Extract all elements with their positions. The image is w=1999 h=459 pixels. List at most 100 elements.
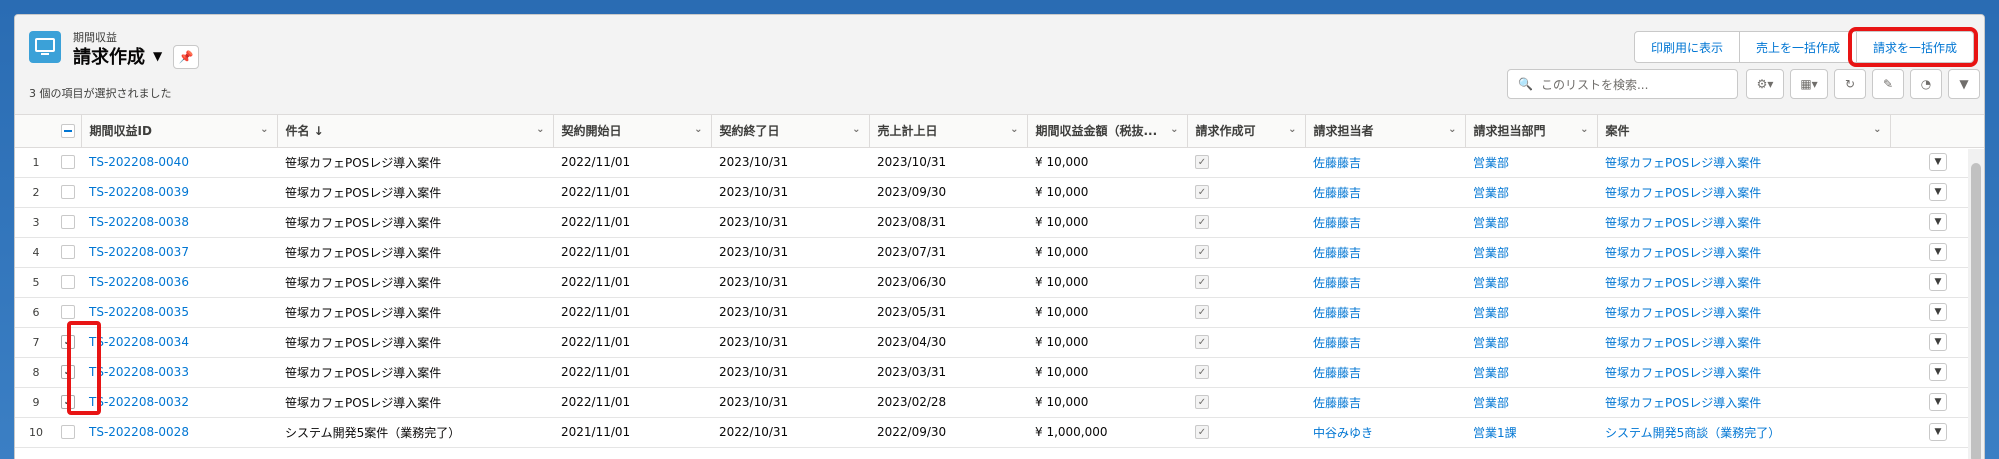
row-checkbox[interactable] — [61, 425, 75, 440]
pin-button[interactable]: 📌 — [173, 45, 199, 69]
row-menu-icon[interactable]: ▼ — [1929, 393, 1947, 411]
invoice-person-link[interactable]: 佐藤藤吉 — [1305, 297, 1465, 328]
record-id-link[interactable]: TS-202208-0032 — [81, 387, 277, 418]
invoice-dept-link[interactable]: 営業部 — [1465, 387, 1597, 418]
refresh-button[interactable]: ↻ — [1834, 69, 1866, 99]
project-link[interactable]: 笹塚カフェPOSレジ導入案件 — [1597, 357, 1890, 388]
column-header[interactable]: 売上計上日 ⌄ — [869, 115, 1028, 148]
row-menu-icon[interactable]: ▼ — [1929, 423, 1947, 441]
invoice-person-link[interactable]: 佐藤藤吉 — [1305, 267, 1465, 298]
project-link[interactable]: 笹塚カフェPOSレジ導入案件 — [1597, 177, 1890, 208]
row-menu-icon[interactable]: ▼ — [1929, 363, 1947, 381]
list-search-input[interactable]: 🔍 このリストを検索... — [1507, 69, 1738, 99]
row-select[interactable] — [57, 237, 81, 268]
row-menu-icon[interactable]: ▼ — [1929, 213, 1947, 231]
table-row[interactable]: 6 TS-202208-0035 笹塚カフェPOSレジ導入案件 2022/11/01 2… — [15, 297, 1984, 328]
invoice-dept-link[interactable]: 営業部 — [1465, 357, 1597, 388]
select-all-header[interactable] — [57, 115, 82, 148]
select-all-checkbox[interactable] — [61, 124, 75, 138]
record-id-link[interactable]: TS-202208-0033 — [81, 357, 277, 388]
table-row[interactable]: 7 ✓ TS-202208-0034 笹塚カフェPOSレジ導入案件 2022/11/01… — [15, 327, 1984, 358]
printable-view-button[interactable]: 印刷用に表示 — [1633, 31, 1740, 63]
row-checkbox[interactable] — [61, 275, 75, 290]
row-checkbox[interactable]: ✓ — [61, 365, 75, 380]
invoice-person-link[interactable]: 佐藤藤吉 — [1305, 387, 1465, 418]
vertical-scrollbar[interactable] — [1968, 149, 1984, 459]
record-id-link[interactable]: TS-202208-0037 — [81, 237, 277, 268]
column-header[interactable]: 請求担当者 ⌄ — [1305, 115, 1466, 148]
chevron-down-icon[interactable]: ⌄ — [260, 124, 268, 135]
column-header[interactable]: 件名 ↓ ⌄ — [277, 115, 554, 148]
record-id-link[interactable]: TS-202208-0039 — [81, 177, 277, 208]
row-select[interactable] — [57, 207, 81, 238]
row-checkbox[interactable]: ✓ — [61, 335, 75, 350]
row-menu-icon[interactable]: ▼ — [1929, 303, 1947, 321]
row-checkbox[interactable] — [61, 215, 75, 230]
invoice-dept-link[interactable]: 営業部 — [1465, 327, 1597, 358]
table-row[interactable]: 4 TS-202208-0037 笹塚カフェPOSレジ導入案件 2022/11/01 2… — [15, 237, 1984, 268]
column-header[interactable]: 案件 ⌄ — [1597, 115, 1891, 148]
project-link[interactable]: 笹塚カフェPOSレジ導入案件 — [1597, 147, 1890, 178]
table-row[interactable]: 8 ✓ TS-202208-0033 笹塚カフェPOSレジ導入案件 2022/11/01… — [15, 357, 1984, 388]
invoice-person-link[interactable]: 佐藤藤吉 — [1305, 357, 1465, 388]
chevron-down-icon[interactable]: ⌄ — [1288, 124, 1296, 135]
invoice-person-link[interactable]: 佐藤藤吉 — [1305, 147, 1465, 178]
invoice-person-link[interactable]: 中谷みゆき — [1305, 417, 1465, 448]
row-select[interactable]: ✓ — [57, 357, 81, 388]
record-id-link[interactable]: TS-202208-0034 — [81, 327, 277, 358]
row-checkbox[interactable]: ✓ — [61, 395, 75, 410]
row-checkbox[interactable] — [61, 155, 75, 170]
invoice-dept-link[interactable]: 営業部 — [1465, 177, 1597, 208]
list-view-selector[interactable]: 請求作成 ▼ — [73, 43, 162, 69]
row-select[interactable] — [57, 417, 81, 448]
record-id-link[interactable]: TS-202208-0035 — [81, 297, 277, 328]
project-link[interactable]: 笹塚カフェPOSレジ導入案件 — [1597, 267, 1890, 298]
record-id-link[interactable]: TS-202208-0040 — [81, 147, 277, 178]
table-row[interactable]: 1 TS-202208-0040 笹塚カフェPOSレジ導入案件 2022/11/01 2… — [15, 147, 1984, 178]
row-menu-icon[interactable]: ▼ — [1929, 183, 1947, 201]
invoice-dept-link[interactable]: 営業1課 — [1465, 417, 1597, 448]
project-link[interactable]: システム開発5商談（業務完了） — [1597, 417, 1890, 448]
project-link[interactable]: 笹塚カフェPOSレジ導入案件 — [1597, 207, 1890, 238]
mass-create-invoice-button[interactable]: 請求を一括作成 — [1856, 31, 1974, 63]
column-header[interactable]: 契約開始日 ⌄ — [553, 115, 712, 148]
column-header[interactable]: 期間収益金額（税抜... ⌄ — [1027, 115, 1188, 148]
invoice-person-link[interactable]: 佐藤藤吉 — [1305, 207, 1465, 238]
mass-create-sales-button[interactable]: 売上を一括作成 — [1739, 31, 1857, 63]
row-select[interactable]: ✓ — [57, 327, 81, 358]
chevron-down-icon[interactable]: ⌄ — [694, 124, 702, 135]
chevron-down-icon[interactable]: ⌄ — [1010, 124, 1018, 135]
invoice-person-link[interactable]: 佐藤藤吉 — [1305, 177, 1465, 208]
invoice-person-link[interactable]: 佐藤藤吉 — [1305, 327, 1465, 358]
project-link[interactable]: 笹塚カフェPOSレジ導入案件 — [1597, 297, 1890, 328]
chevron-down-icon[interactable]: ⌄ — [1873, 124, 1881, 135]
record-id-link[interactable]: TS-202208-0036 — [81, 267, 277, 298]
table-row[interactable]: 9 ✓ TS-202208-0032 笹塚カフェPOSレジ導入案件 2022/11/01… — [15, 387, 1984, 418]
chevron-down-icon[interactable]: ⌄ — [536, 124, 544, 135]
row-checkbox[interactable] — [61, 305, 75, 320]
column-header[interactable]: 期間収益ID ⌄ — [81, 115, 278, 148]
invoice-dept-link[interactable]: 営業部 — [1465, 237, 1597, 268]
row-menu-icon[interactable]: ▼ — [1929, 153, 1947, 171]
column-header[interactable]: 請求作成可 ⌄ — [1187, 115, 1306, 148]
table-row[interactable]: 2 TS-202208-0039 笹塚カフェPOSレジ導入案件 2022/11/01 2… — [15, 177, 1984, 208]
invoice-dept-link[interactable]: 営業部 — [1465, 267, 1597, 298]
display-as-button[interactable]: ▦▾ — [1790, 69, 1828, 99]
row-menu-icon[interactable]: ▼ — [1929, 333, 1947, 351]
row-select[interactable] — [57, 147, 81, 178]
row-select[interactable] — [57, 177, 81, 208]
project-link[interactable]: 笹塚カフェPOSレジ導入案件 — [1597, 387, 1890, 418]
chevron-down-icon[interactable]: ⌄ — [1448, 124, 1456, 135]
invoice-person-link[interactable]: 佐藤藤吉 — [1305, 237, 1465, 268]
scrollbar-thumb[interactable] — [1971, 163, 1981, 459]
row-select[interactable] — [57, 297, 81, 328]
row-checkbox[interactable] — [61, 185, 75, 200]
edit-list-button[interactable]: ✎ — [1872, 69, 1904, 99]
chevron-down-icon[interactable]: ⌄ — [1170, 124, 1178, 135]
invoice-dept-link[interactable]: 営業部 — [1465, 207, 1597, 238]
project-link[interactable]: 笹塚カフェPOSレジ導入案件 — [1597, 237, 1890, 268]
chevron-down-icon[interactable]: ⌄ — [1580, 124, 1588, 135]
column-header[interactable]: 契約終了日 ⌄ — [711, 115, 870, 148]
record-id-link[interactable]: TS-202208-0038 — [81, 207, 277, 238]
project-link[interactable]: 笹塚カフェPOSレジ導入案件 — [1597, 327, 1890, 358]
